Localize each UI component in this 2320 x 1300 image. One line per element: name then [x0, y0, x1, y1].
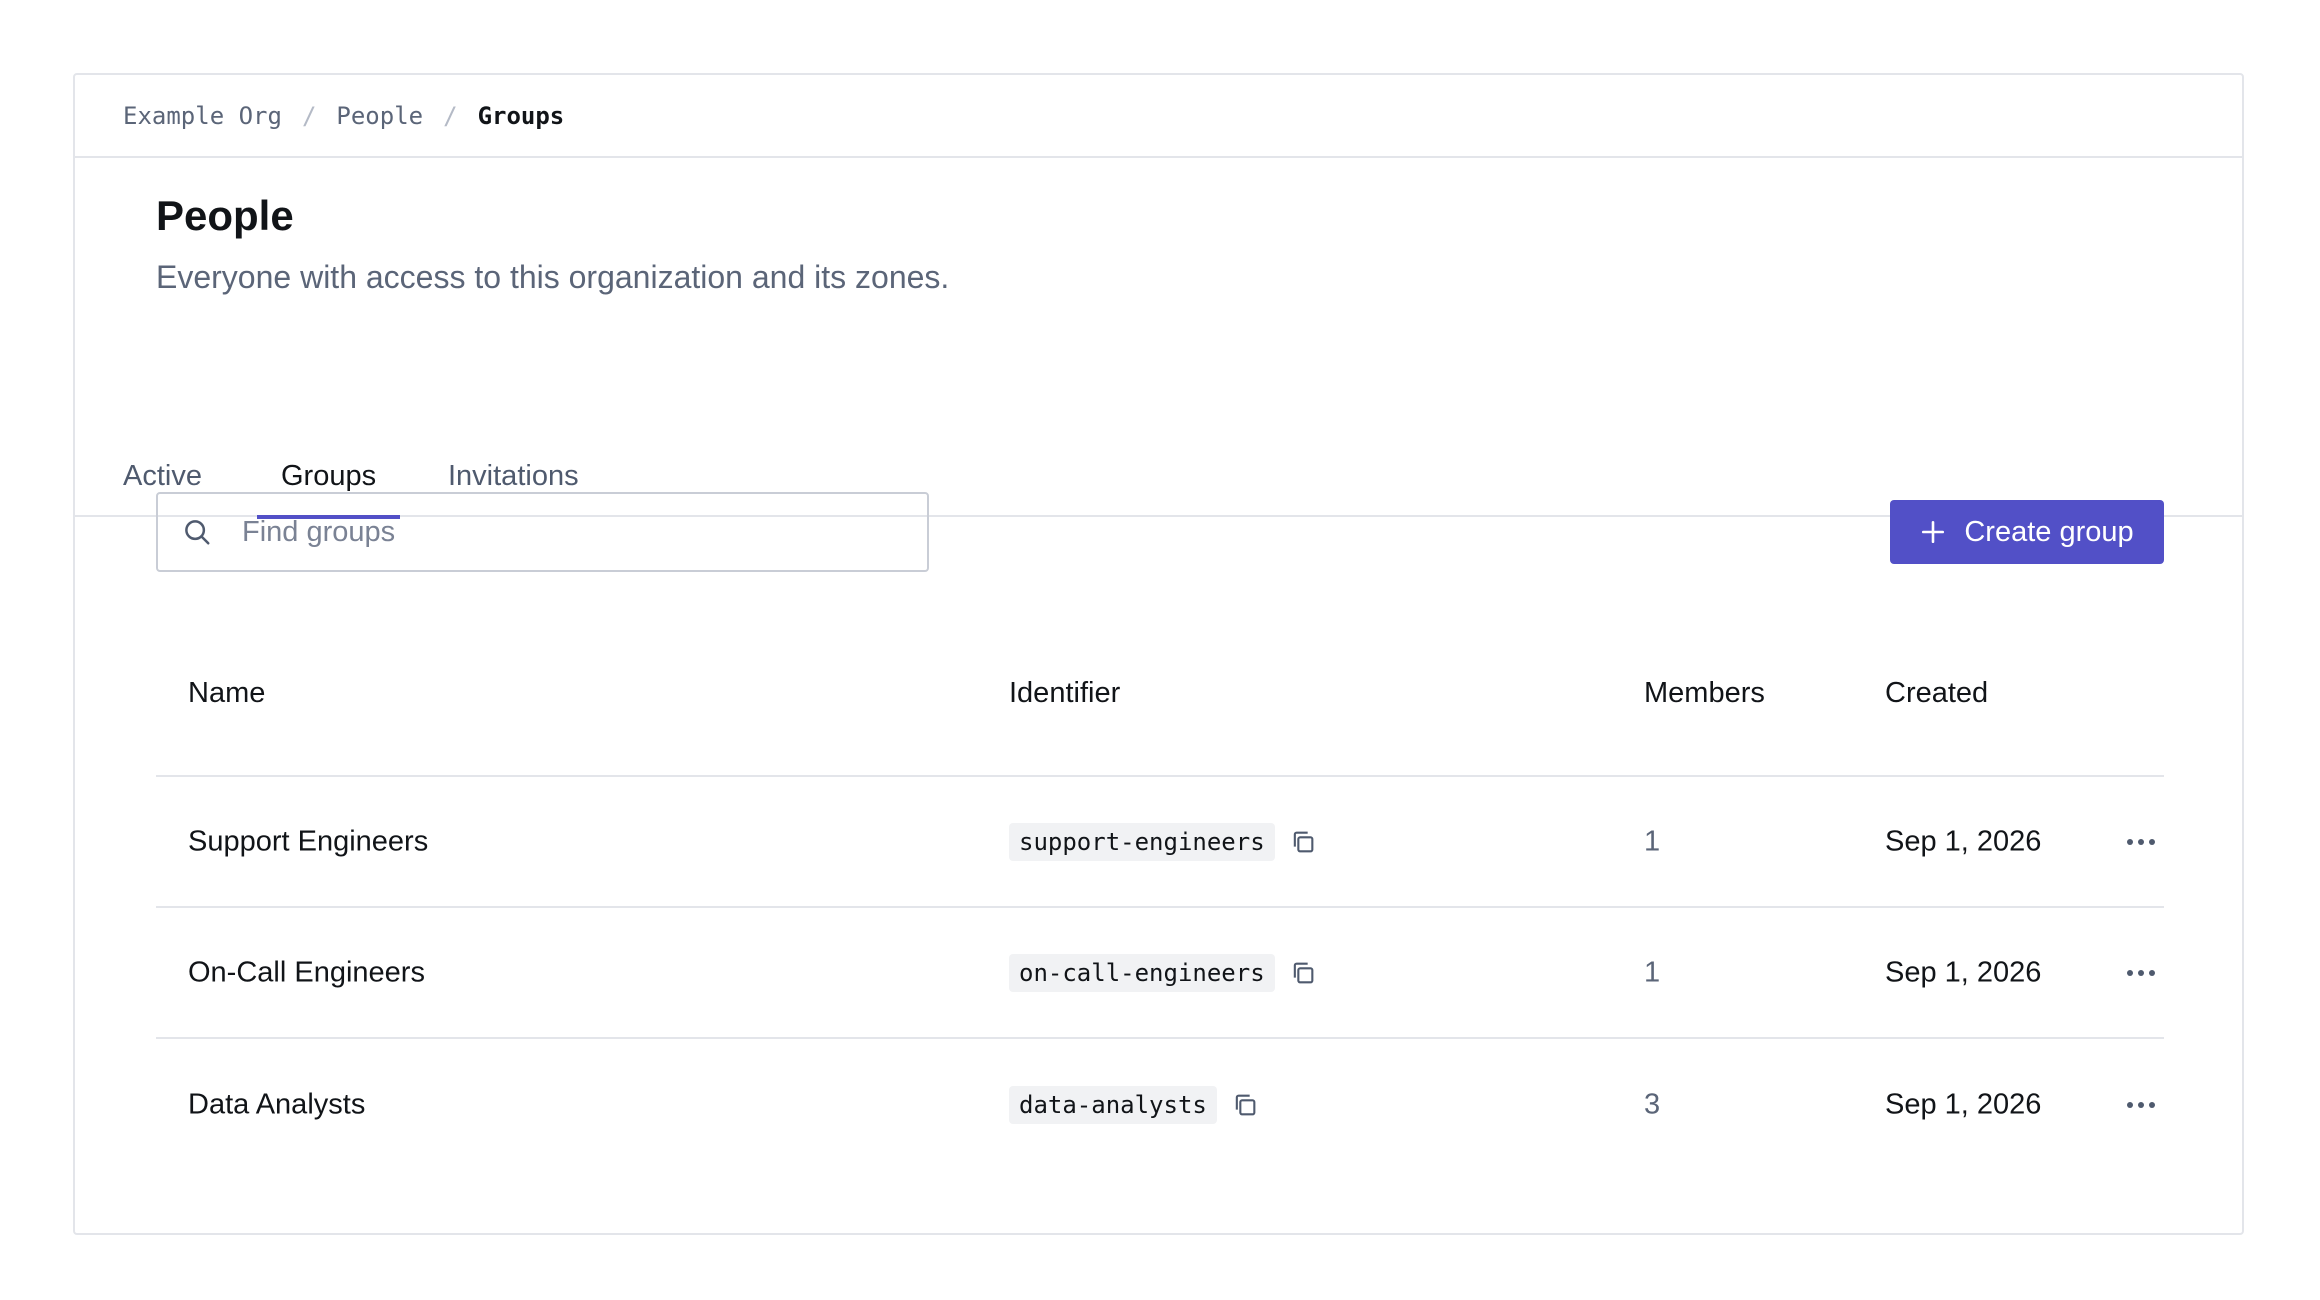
column-header-created: Created [1885, 677, 1989, 709]
plus-icon [1920, 519, 1946, 545]
created-date: Sep 1, 2026 [1885, 956, 2042, 988]
group-identifier: data-analysts [1009, 1085, 1259, 1124]
column-header-members: Members [1644, 677, 1765, 709]
copy-icon[interactable] [1231, 1091, 1259, 1119]
breadcrumb-separator: / [301, 101, 317, 130]
created-date: Sep 1, 2026 [1885, 1088, 2042, 1120]
table-row[interactable]: On-Call Engineers on-call-engineers 1 Se… [156, 908, 2164, 1039]
page-title: People [156, 192, 294, 239]
created-date: Sep 1, 2026 [1885, 825, 2042, 857]
breadcrumb-separator: / [443, 101, 458, 130]
breadcrumb-current: Groups [477, 101, 565, 130]
search-input[interactable] [240, 502, 927, 562]
member-count: 3 [1644, 1088, 1661, 1120]
column-header-identifier: Identifier [1009, 677, 1121, 709]
column-header-name: Name [188, 677, 266, 709]
search-icon [182, 517, 212, 547]
breadcrumb-org-link[interactable]: Example Org [123, 102, 282, 130]
search-box [156, 492, 929, 572]
table-row[interactable]: Data Analysts data-analysts 3 Sep 1, 202… [156, 1039, 2164, 1170]
create-group-label: Create group [1964, 515, 2134, 548]
identifier-code: on-call-engineers [1009, 953, 1275, 992]
copy-icon[interactable] [1289, 959, 1317, 987]
identifier-code: data-analysts [1009, 1085, 1217, 1124]
more-actions-icon[interactable] [2126, 838, 2156, 846]
groups-panel: Example Org / People / Groups People Eve… [73, 73, 2244, 1235]
create-group-button[interactable]: Create group [1890, 500, 2164, 564]
group-identifier: on-call-engineers [1009, 953, 1317, 992]
copy-icon[interactable] [1289, 828, 1317, 856]
group-name[interactable]: Data Analysts [188, 1088, 365, 1121]
group-identifier: support-engineers [1009, 822, 1317, 861]
identifier-code: support-engineers [1009, 822, 1275, 861]
member-count: 1 [1644, 825, 1661, 857]
page-subtitle: Everyone with access to this organizatio… [156, 259, 950, 295]
table-header: Name Identifier Members Created [156, 623, 2164, 777]
more-actions-icon[interactable] [2126, 969, 2156, 977]
more-actions-icon[interactable] [2126, 1101, 2156, 1109]
groups-table: Name Identifier Members Created Support … [156, 623, 2164, 1170]
group-name[interactable]: On-Call Engineers [188, 956, 425, 989]
group-name[interactable]: Support Engineers [188, 825, 428, 858]
breadcrumb-people-link[interactable]: People [336, 102, 423, 130]
table-row[interactable]: Support Engineers support-engineers 1 Se… [156, 777, 2164, 908]
member-count: 1 [1644, 956, 1661, 988]
breadcrumb: Example Org / People / Groups [75, 75, 2242, 158]
